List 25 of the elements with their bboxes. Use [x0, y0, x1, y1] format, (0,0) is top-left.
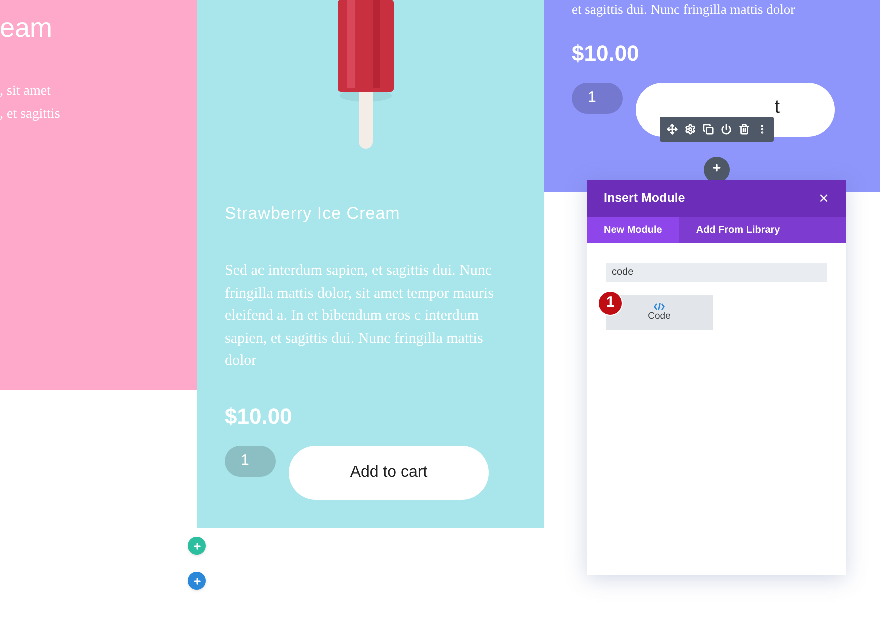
- close-button[interactable]: ×: [819, 190, 829, 207]
- product-description: , et sagittis: [0, 106, 62, 124]
- duplicate-icon[interactable]: [702, 124, 714, 135]
- product-price: $10.00: [225, 402, 294, 430]
- plus-icon: [712, 163, 722, 173]
- product-description: Sed ac interdum sapien, et sagittis dui. Nunc fringilla mattis dolor, sit amet tempor mauris eleifend a. In et bibendum eros c interdum sapien, et sagittis dui. Nunc fringilla mattis dolor: [225, 262, 495, 371]
- settings-icon[interactable]: [684, 124, 696, 135]
- plus-icon: [192, 576, 202, 586]
- add-to-cart-button[interactable]: Add to cart: [289, 446, 489, 500]
- search-field[interactable]: code: [606, 263, 827, 282]
- product-description: , sit amet: [0, 83, 52, 101]
- dialog-tab[interactable]: New Module: [587, 217, 680, 243]
- plus-icon: [192, 542, 202, 550]
- product-title: eam: [0, 12, 54, 44]
- move-icon[interactable]: [666, 124, 678, 135]
- product-price: $10.00: [572, 40, 640, 68]
- quantity-field[interactable]: 1: [572, 83, 623, 114]
- trash-icon[interactable]: [738, 124, 750, 135]
- product-title: Strawberry Ice Cream: [225, 203, 402, 225]
- product-description: et sagittis dui. Nunc fringilla mattis dolor: [572, 1, 796, 19]
- power-icon[interactable]: [720, 124, 732, 135]
- code-icon: [654, 302, 665, 310]
- dialog-title: Insert Module: [604, 190, 686, 208]
- add-section-button[interactable]: [188, 572, 206, 590]
- step-badge: 1: [598, 291, 623, 316]
